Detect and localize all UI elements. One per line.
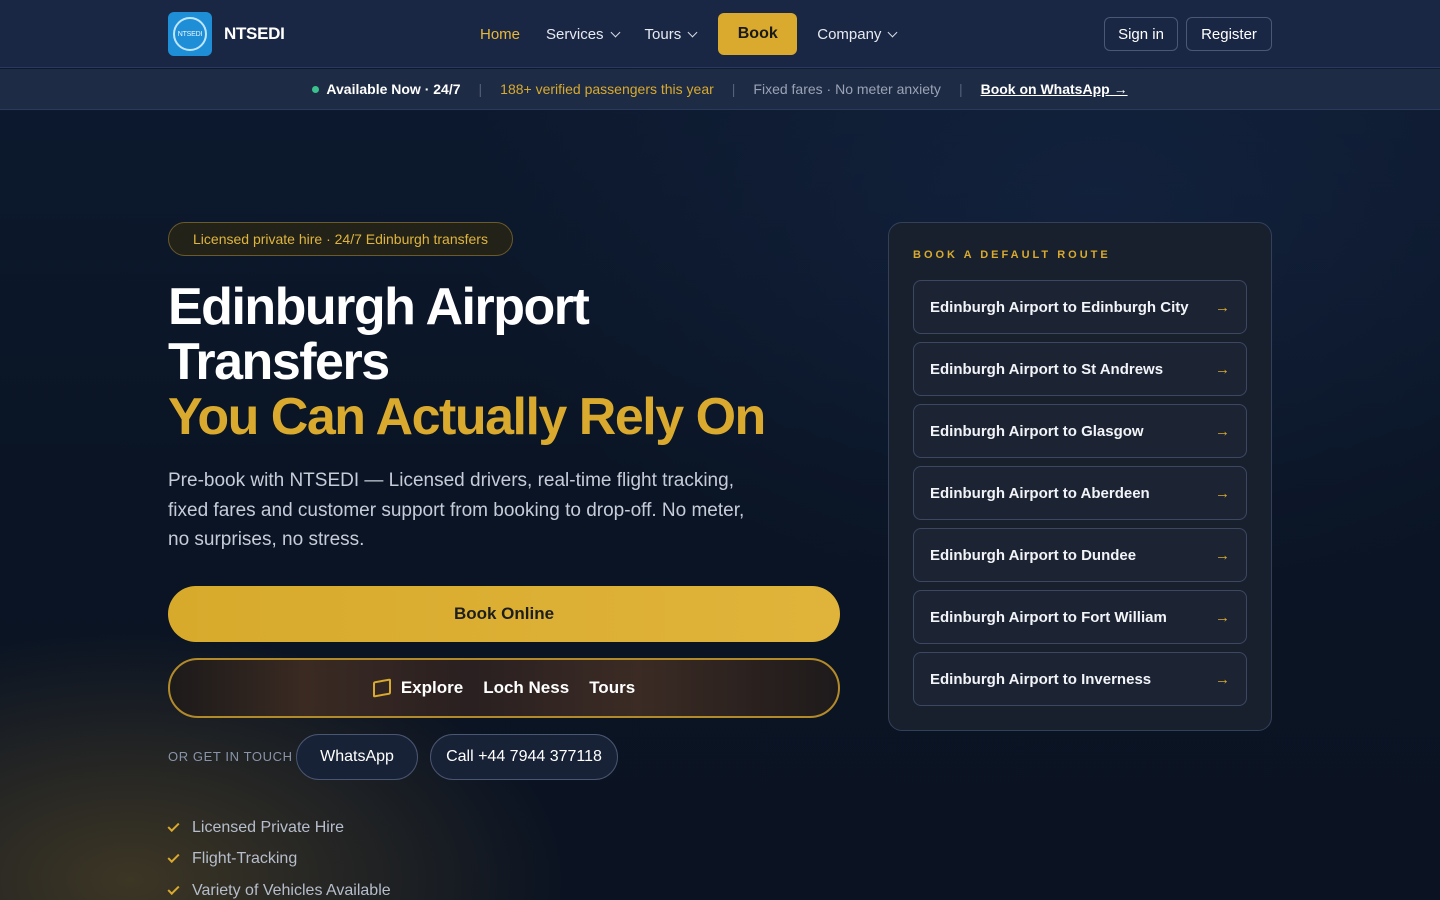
fixed-fares-note: Fixed fares · No meter anxiety <box>753 81 941 97</box>
arrow-right-icon: → <box>1215 670 1230 688</box>
hero-description: Pre-book with NTSEDI — Licensed drivers,… <box>168 470 745 550</box>
check-icon <box>167 819 180 832</box>
route-label: Edinburgh Airport to Inverness <box>930 670 1152 688</box>
arrow-right-icon: → <box>1215 484 1230 502</box>
brand-name[interactable]: NTSEDI <box>224 24 285 44</box>
nav-services-label: Services <box>546 25 604 43</box>
arrow-right-icon: → <box>1215 608 1230 626</box>
route-label: Edinburgh Airport to St Andrews <box>930 360 1164 378</box>
feature-list: Licensed Private Hire Flight-Tracking Va… <box>167 812 391 900</box>
chevron-down-icon <box>610 27 620 37</box>
arrow-right-icon: → <box>1215 546 1230 564</box>
feature-text: Variety of Vehicles Available <box>192 881 391 899</box>
nav-tours[interactable]: Tours <box>644 25 698 43</box>
call-button[interactable]: Call +44 7944 377118 <box>430 734 618 780</box>
nav-home-label: Home <box>480 25 521 43</box>
route-label: Edinburgh Airport to Dundee <box>930 546 1137 564</box>
route-label: Edinburgh Airport to Fort William <box>930 608 1167 626</box>
feature-text: Licensed Private Hire <box>192 818 345 836</box>
route-button[interactable]: Edinburgh Airport to Dundee → <box>913 528 1247 582</box>
register-button[interactable]: Register <box>1186 17 1272 51</box>
route-button[interactable]: Edinburgh Airport to St Andrews → <box>913 342 1247 396</box>
arrow-right-icon: → <box>1215 360 1230 378</box>
passengers-count: 188+ verified passengers this year <box>500 81 714 97</box>
route-button[interactable]: Edinburgh Airport to Edinburgh City → <box>913 280 1247 334</box>
chevron-down-icon <box>687 27 698 37</box>
page-title: Edinburgh Airport Transfers You Can Actu… <box>168 278 766 446</box>
separator: | <box>478 81 483 97</box>
route-label: Edinburgh Airport to Aberdeen <box>930 484 1150 502</box>
hero-badge: Licensed private hire · 24/7 Edinburgh t… <box>168 222 513 256</box>
nav-company-label: Company <box>817 25 882 43</box>
whatsapp-booking-link[interactable]: Book on WhatsApp → <box>981 81 1128 97</box>
route-button[interactable]: Edinburgh Airport to Aberdeen → <box>913 466 1247 520</box>
nav-company[interactable]: Company <box>817 25 898 43</box>
availability-status: Available Now · 24/7 <box>312 81 461 97</box>
routes-panel-title: BOOK A DEFAULT ROUTE <box>913 249 1111 261</box>
list-item: Variety of Vehicles Available <box>167 875 391 900</box>
separator: | <box>731 81 736 97</box>
book-online-button[interactable]: Book Online <box>168 586 840 642</box>
availability-text: Available Now · 24/7 <box>326 81 461 97</box>
main-nav: Home Services Tours Book Company <box>480 13 922 55</box>
check-icon <box>167 851 180 864</box>
title-line-1: Edinburgh Airport <box>168 278 590 336</box>
route-label: Edinburgh Airport to Edinburgh City <box>930 298 1189 316</box>
route-button[interactable]: Edinburgh Airport to Fort William → <box>913 590 1247 644</box>
map-icon <box>372 678 391 698</box>
explore-loch-ness-tours-button[interactable]: Explore Loch Ness Tours <box>168 658 840 718</box>
info-bar: Available Now · 24/7 | 188+ verified pas… <box>0 69 1440 110</box>
route-label: Edinburgh Airport to Glasgow <box>930 422 1144 440</box>
explore-word: Explore <box>400 678 464 697</box>
arrow-right-icon: → <box>1215 422 1230 440</box>
list-item: Flight-Tracking <box>167 844 391 876</box>
explore-word: Tours <box>589 678 636 697</box>
title-line-2: Transfers <box>168 333 390 391</box>
route-button[interactable]: Edinburgh Airport to Glasgow → <box>913 404 1247 458</box>
get-in-touch-label: OR GET IN TOUCH <box>168 749 293 764</box>
check-icon <box>167 882 180 895</box>
whatsapp-button[interactable]: WhatsApp <box>296 734 418 780</box>
status-dot-icon <box>312 85 320 93</box>
route-button[interactable]: Edinburgh Airport to Inverness → <box>913 652 1247 706</box>
title-line-3: You Can Actually Rely On <box>168 388 766 446</box>
logo-emblem: NTSEDI <box>173 17 207 51</box>
separator: | <box>958 81 963 97</box>
list-item: Licensed Private Hire <box>167 812 391 844</box>
site-header: NTSEDI NTSEDI Home Services Tours Book C… <box>0 0 1440 68</box>
sign-in-button[interactable]: Sign in <box>1104 17 1178 51</box>
nav-services[interactable]: Services <box>546 25 620 43</box>
explore-word: Loch Ness <box>483 678 570 697</box>
nav-home[interactable]: Home <box>480 26 520 43</box>
brand-logo[interactable]: NTSEDI <box>168 12 212 56</box>
nav-book-button[interactable]: Book <box>718 13 798 55</box>
feature-text: Flight-Tracking <box>192 850 298 868</box>
chevron-down-icon <box>887 27 898 37</box>
arrow-right-icon: → <box>1215 298 1230 316</box>
nav-tours-label: Tours <box>644 25 682 43</box>
